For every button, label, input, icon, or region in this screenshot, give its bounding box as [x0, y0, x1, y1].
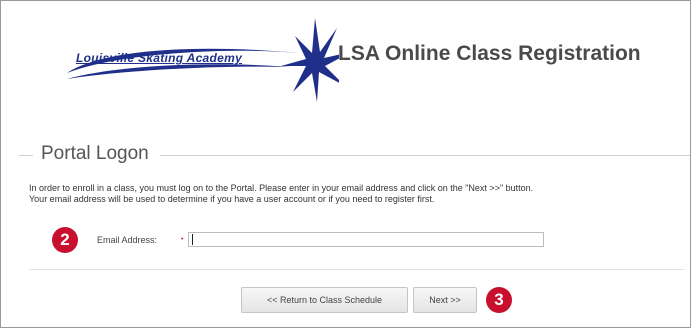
- header: Louisville Skating Academy LSA Online Cl…: [1, 1, 690, 123]
- instructions-line-1: In order to enroll in a class, you must …: [29, 183, 534, 193]
- email-field[interactable]: [188, 232, 544, 247]
- required-indicator: •: [181, 236, 184, 243]
- instructions-line-2: Your email address will be used to deter…: [29, 194, 435, 204]
- page-title: LSA Online Class Registration: [338, 42, 641, 65]
- text-cursor: [192, 234, 193, 245]
- section-legend: Portal Logon: [37, 143, 153, 165]
- step-2-callout: 2: [52, 227, 78, 253]
- fieldset-border-right: [160, 155, 690, 156]
- form-divider: [29, 269, 684, 270]
- fieldset-border-left: [19, 155, 33, 156]
- logo-swoosh-bottom: [67, 64, 291, 79]
- return-to-schedule-button[interactable]: << Return to Class Schedule: [241, 287, 408, 313]
- academy-logo: Louisville Skating Academy: [59, 17, 339, 109]
- next-button[interactable]: Next >>: [413, 287, 477, 313]
- star-icon: [281, 18, 339, 102]
- step-3-callout: 3: [486, 287, 512, 313]
- page-frame: Louisville Skating Academy LSA Online Cl…: [0, 0, 691, 328]
- email-label: Email Address:: [97, 235, 158, 245]
- instructions-text: In order to enroll in a class, you must …: [29, 183, 684, 205]
- logo-text: Louisville Skating Academy: [76, 51, 243, 65]
